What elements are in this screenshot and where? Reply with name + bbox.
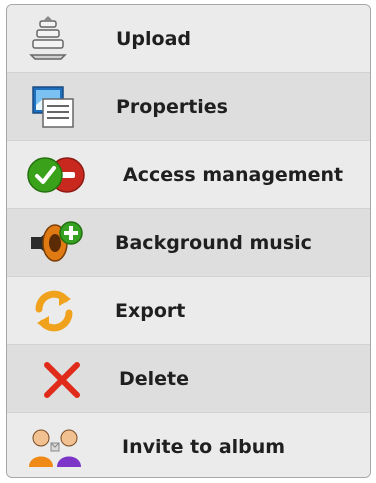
export-refresh-icon [29, 287, 79, 335]
menu-item-label: Properties [116, 96, 228, 118]
menu-item-label: Invite to album [122, 436, 286, 458]
menu-item-access-management[interactable]: Access management [7, 141, 370, 209]
menu-item-label: Access management [123, 164, 344, 186]
invite-users-icon [25, 423, 85, 471]
music-add-icon [25, 219, 89, 267]
menu-item-label: Background music [115, 232, 312, 254]
upload-icon [23, 15, 73, 63]
menu-item-background-music[interactable]: Background music [7, 209, 370, 277]
menu-item-label: Export [115, 300, 186, 322]
menu-item-invite-to-album[interactable]: Invite to album [7, 413, 370, 477]
menu-item-delete[interactable]: Delete [7, 345, 370, 413]
context-menu: Upload Properties Access management Back… [6, 4, 371, 478]
menu-item-label: Delete [119, 368, 190, 390]
menu-item-properties[interactable]: Properties [7, 73, 370, 141]
properties-icon [29, 83, 79, 131]
menu-item-upload[interactable]: Upload [7, 5, 370, 73]
access-toggle-icon [25, 151, 89, 199]
menu-item-export[interactable]: Export [7, 277, 370, 345]
menu-item-label: Upload [116, 28, 192, 50]
delete-x-icon [37, 355, 87, 403]
